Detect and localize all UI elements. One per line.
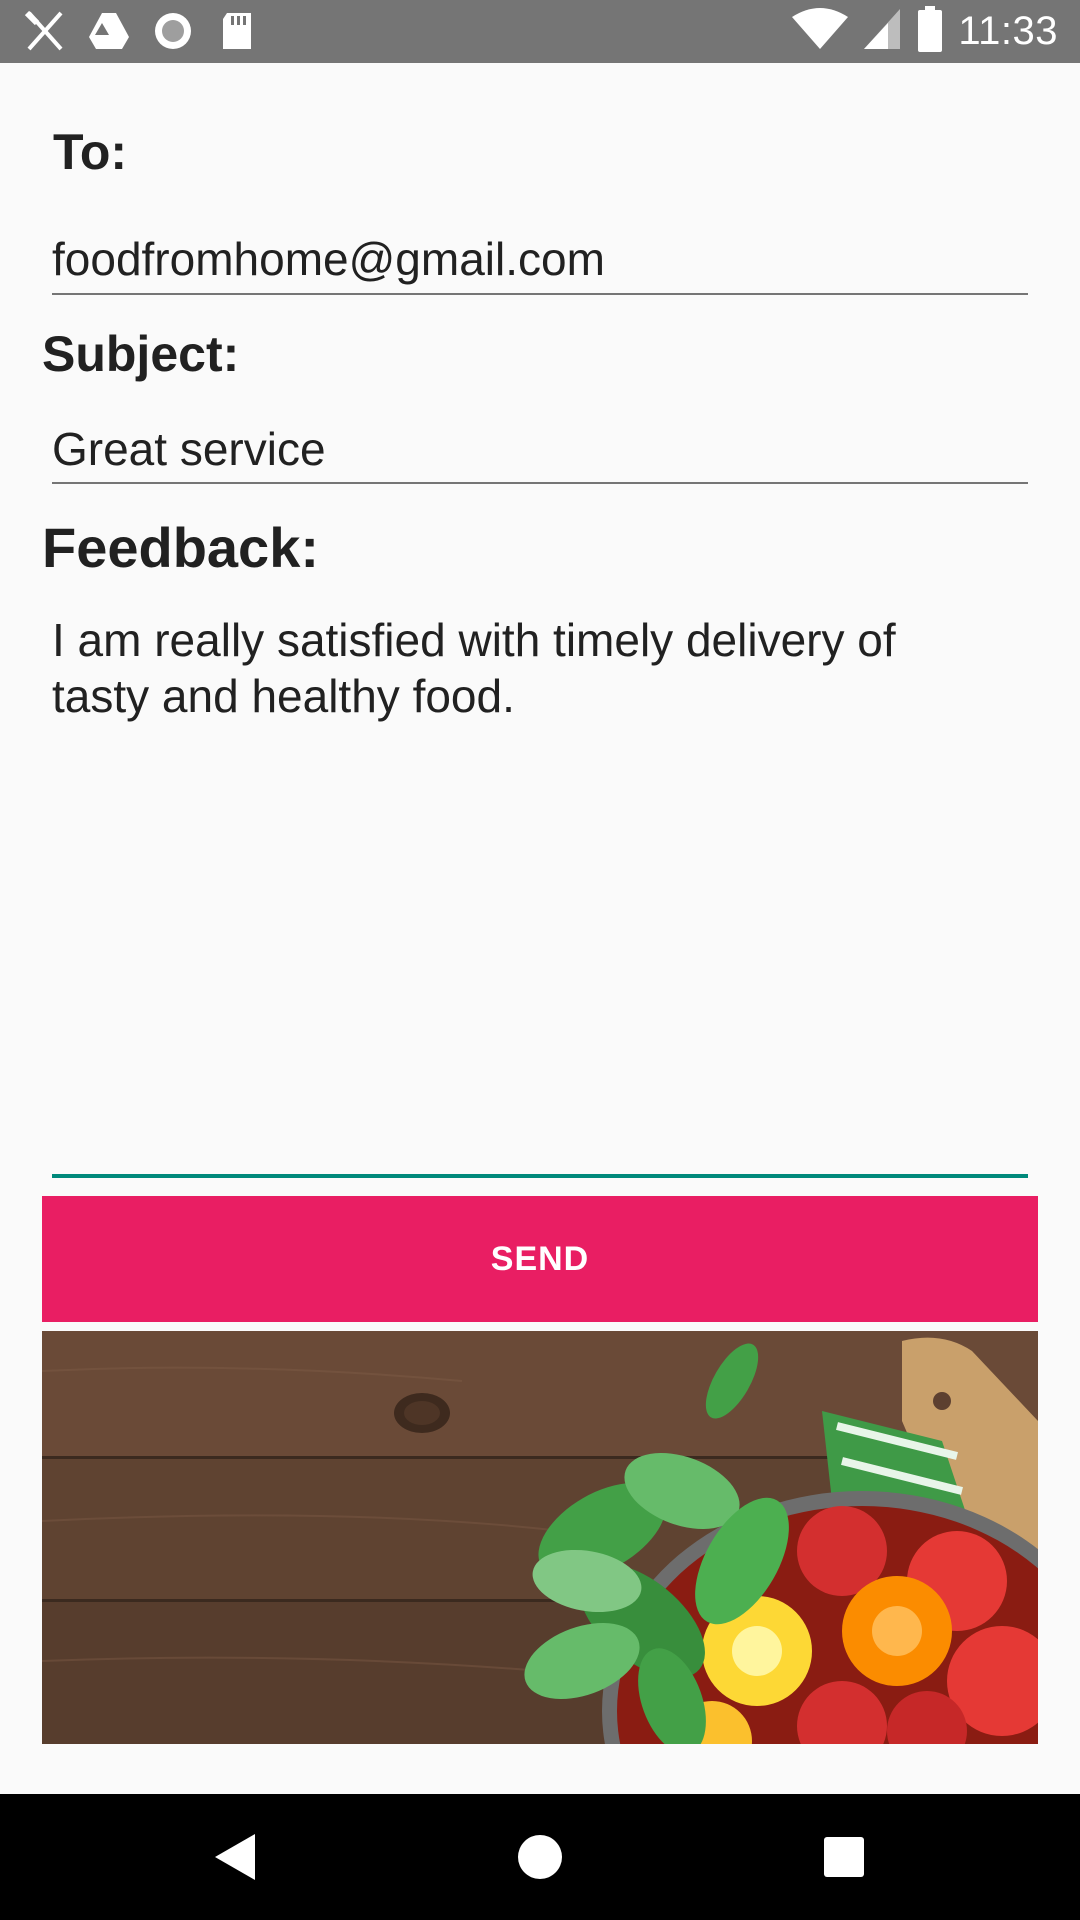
clock: 11:33 <box>958 9 1058 53</box>
battery-icon <box>916 5 944 58</box>
subject-input-value: Great service <box>52 423 326 475</box>
back-icon[interactable] <box>206 1827 266 1887</box>
sd-card-icon <box>214 8 260 54</box>
home-icon[interactable] <box>510 1827 570 1887</box>
cutlery-icon <box>22 8 68 54</box>
signal-icon <box>862 7 902 56</box>
subject-label: Subject: <box>42 326 240 382</box>
to-input[interactable]: foodfromhome@gmail.com <box>52 228 1028 295</box>
status-bar: 11:33 <box>0 0 1080 63</box>
feedback-textarea[interactable]: I am really satisfied with timely delive… <box>52 612 1028 1178</box>
feedback-textarea-value: I am really satisfied with timely delive… <box>52 614 896 722</box>
drive-icon <box>86 8 132 54</box>
food-banner-art <box>42 1331 1038 1744</box>
navigation-bar <box>0 1794 1080 1920</box>
to-label: To: <box>53 124 128 180</box>
wifi-icon <box>792 7 849 56</box>
record-icon <box>150 8 196 54</box>
send-button[interactable]: SEND <box>42 1196 1038 1322</box>
subject-input[interactable]: Great service <box>52 418 1028 484</box>
feedback-label: Feedback: <box>42 516 319 579</box>
recents-icon[interactable] <box>814 1827 874 1887</box>
to-input-value: foodfromhome@gmail.com <box>52 233 605 285</box>
food-banner-image <box>42 1331 1038 1744</box>
